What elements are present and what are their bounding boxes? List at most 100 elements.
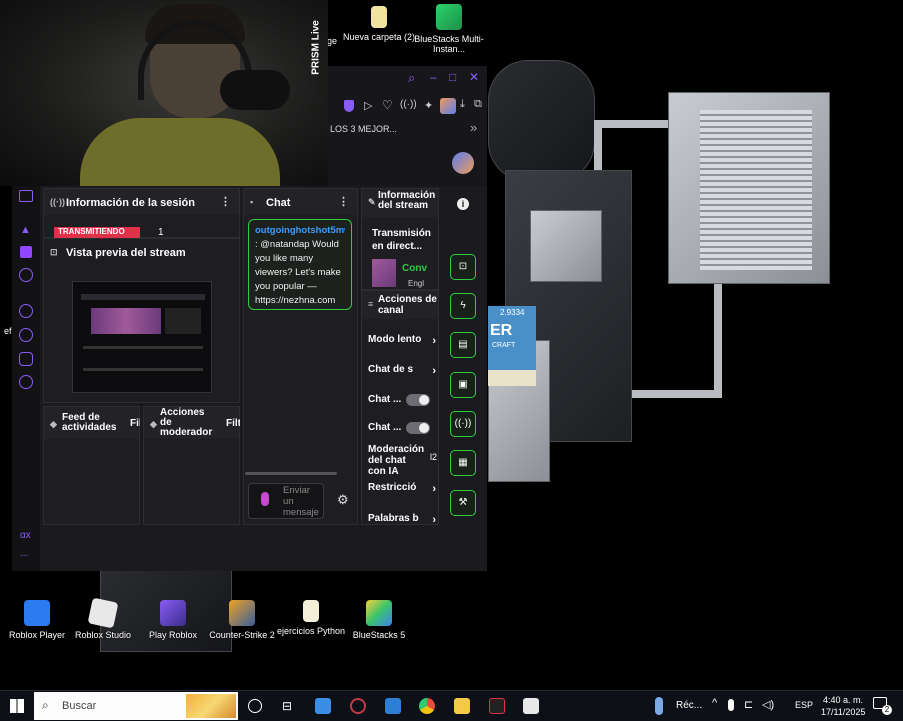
- chat-message[interactable]: outgoinghotshot5mwXX : @natandap Would y…: [248, 219, 352, 310]
- rail-clock-icon[interactable]: [19, 328, 33, 342]
- weather-icon[interactable]: [655, 697, 663, 715]
- rail-settings-icon[interactable]: [19, 375, 33, 389]
- heart-icon[interactable]: ♡: [382, 98, 393, 112]
- chat-toggle-2[interactable]: [406, 422, 430, 434]
- clock-date[interactable]: 17/11/2025: [821, 707, 865, 717]
- desktop-icon-roblox-player[interactable]: Roblox Player: [0, 600, 74, 640]
- search-icon: ⌕: [42, 698, 49, 712]
- desktop-icon-play-roblox[interactable]: Play Roblox: [136, 600, 210, 640]
- session-menu-icon[interactable]: ⋮: [220, 195, 231, 208]
- puzzle-icon[interactable]: ✦: [424, 99, 433, 112]
- volume-icon[interactable]: ◁): [762, 698, 774, 711]
- extension-icon[interactable]: ⧉: [474, 98, 482, 111]
- slow-mode-row[interactable]: Modo lento ›: [368, 334, 444, 354]
- windows-start-icon[interactable]: [10, 699, 24, 713]
- rail-ax-label[interactable]: αx: [20, 530, 31, 541]
- counter-strike-icon: [229, 600, 255, 626]
- signal-icon[interactable]: ((·)): [400, 99, 417, 110]
- toolbar-icons: ▷ ♡ ((·)) ✦ ⤓ ⧉: [332, 98, 482, 116]
- chat-toggle-row-1: Chat ...: [368, 394, 402, 405]
- broadcast-button[interactable]: ((·)): [450, 411, 476, 437]
- chat-settings-gear-icon[interactable]: ⚙: [337, 492, 349, 508]
- notes-button[interactable]: ▤: [450, 332, 476, 358]
- minimize-icon[interactable]: –: [430, 70, 437, 84]
- notifications-count: 2: [882, 705, 892, 715]
- capcut-icon[interactable]: [489, 698, 505, 714]
- stream-status-text: Transmisión en direct...: [372, 228, 431, 252]
- wallpaper-tag-big: ER: [490, 322, 513, 339]
- rail-kick-icon[interactable]: ▲: [20, 224, 31, 236]
- moderator-actions-panel: ◆ Acciones de moderador Filt: [143, 406, 240, 525]
- chat-scrollbar[interactable]: [245, 472, 337, 475]
- clock-time[interactable]: 4:40 a. m.: [823, 695, 863, 705]
- rail-whatsapp-icon[interactable]: [19, 268, 33, 282]
- desktop-icon-roblox-studio[interactable]: Roblox Studio: [66, 597, 140, 640]
- wallpaper-fan-shroud: [488, 60, 595, 182]
- user-avatar[interactable]: [452, 152, 474, 174]
- search-icon[interactable]: ⌕: [408, 70, 415, 86]
- task-view-icon[interactable]: [248, 699, 262, 713]
- lightning-button[interactable]: ϟ: [450, 293, 476, 319]
- stream-tab-title[interactable]: LOS 3 MEJOR...: [330, 124, 397, 134]
- language-indicator[interactable]: ESP: [795, 700, 813, 710]
- desktop-icon-counter-strike[interactable]: Counter-Strike 2: [205, 600, 279, 640]
- chat-toggle-row-2: Chat ...: [368, 422, 402, 433]
- category-thumbnail: [372, 259, 396, 287]
- wallpaper-tag-value: 2.9334: [500, 308, 525, 317]
- chrome-icon[interactable]: [419, 698, 435, 714]
- maximize-icon[interactable]: □: [449, 70, 456, 84]
- store-icon[interactable]: [315, 698, 331, 714]
- network-icon[interactable]: ⊏: [744, 698, 753, 711]
- microphone-icon[interactable]: [261, 492, 269, 506]
- desktop-icon-bluestacks5[interactable]: BlueStacks 5: [342, 600, 416, 640]
- layout-button[interactable]: ▦: [450, 450, 476, 476]
- info-icon[interactable]: i: [457, 198, 469, 210]
- weather-text[interactable]: Réc...: [676, 700, 702, 711]
- shield-icon[interactable]: [344, 100, 354, 112]
- chat-menu-icon[interactable]: ⋮: [338, 195, 349, 208]
- expand-icon[interactable]: »: [470, 120, 477, 135]
- rail-twitch-icon[interactable]: [20, 246, 32, 258]
- mail-icon[interactable]: [385, 698, 401, 714]
- scene-capture-button[interactable]: ⊡: [450, 254, 476, 280]
- ai-moderation-row[interactable]: Moderación del chat con IA: [368, 444, 426, 477]
- prism-app-icon[interactable]: [350, 698, 366, 714]
- taskbar-search-box[interactable]: ⌕ Buscar: [34, 692, 238, 720]
- close-icon[interactable]: ✕: [469, 70, 479, 84]
- chat-message-text: : @natandap Would you like many viewers?…: [255, 239, 341, 306]
- play-icon[interactable]: ▷: [364, 99, 372, 112]
- blocked-words-row[interactable]: Palabras b ›: [368, 513, 444, 533]
- chevron-up-icon[interactable]: ^: [712, 697, 717, 709]
- chat-message-user[interactable]: outgoinghotshot5mwXX: [255, 224, 345, 238]
- desktop-icon-nueva-carpeta[interactable]: Nueva carpeta (2): [342, 6, 416, 42]
- restriction-row[interactable]: Restricció ›: [368, 482, 444, 502]
- activity-feed-panel: ◆ Feed de actividades Filt: [43, 406, 140, 525]
- rail-more-label[interactable]: ...: [20, 548, 28, 559]
- moderator-actions-filter[interactable]: Filt: [226, 418, 240, 429]
- microphone-tray-icon[interactable]: [728, 699, 734, 711]
- stream-info-title: Información del stream: [378, 190, 436, 211]
- stream-preview-thumbnail[interactable]: [72, 281, 212, 393]
- timeline-icon[interactable]: ⊟: [282, 699, 292, 713]
- session-info-panel: ((·)) Información de la sesión ⋮ TRANSMI…: [43, 188, 240, 239]
- desktop-icon-ejercicios-python[interactable]: ejercicios Python: [274, 600, 348, 636]
- rail-chat-icon[interactable]: [19, 352, 33, 366]
- desktop-icon-bluestacks-multi[interactable]: BlueStacks Multi-Instan...: [412, 4, 486, 54]
- category-language: Engl: [408, 279, 425, 288]
- chat-button[interactable]: ▣: [450, 372, 476, 398]
- broadcast-icon: ((·)): [50, 197, 65, 207]
- chat-s-row[interactable]: Chat de s ›: [368, 364, 444, 384]
- tools-button[interactable]: ⚒: [450, 490, 476, 516]
- stream-preview-title: Vista previa del stream: [66, 247, 186, 259]
- download-icon[interactable]: ⤓: [460, 98, 465, 111]
- chat-input[interactable]: Enviar un mensaje: [248, 483, 324, 519]
- activity-feed-filter[interactable]: Filt: [130, 418, 140, 429]
- chat-toggle-1[interactable]: [406, 394, 430, 406]
- java-icon[interactable]: [523, 698, 539, 714]
- wallpaper-tag: 2.9334 ER CRAFT: [488, 306, 536, 386]
- avatar-small-icon[interactable]: [440, 98, 456, 114]
- file-explorer-icon[interactable]: [454, 698, 470, 714]
- category-link[interactable]: Conv: [402, 263, 427, 274]
- rail-add-icon[interactable]: [19, 304, 33, 318]
- rail-logo-icon[interactable]: [19, 190, 33, 202]
